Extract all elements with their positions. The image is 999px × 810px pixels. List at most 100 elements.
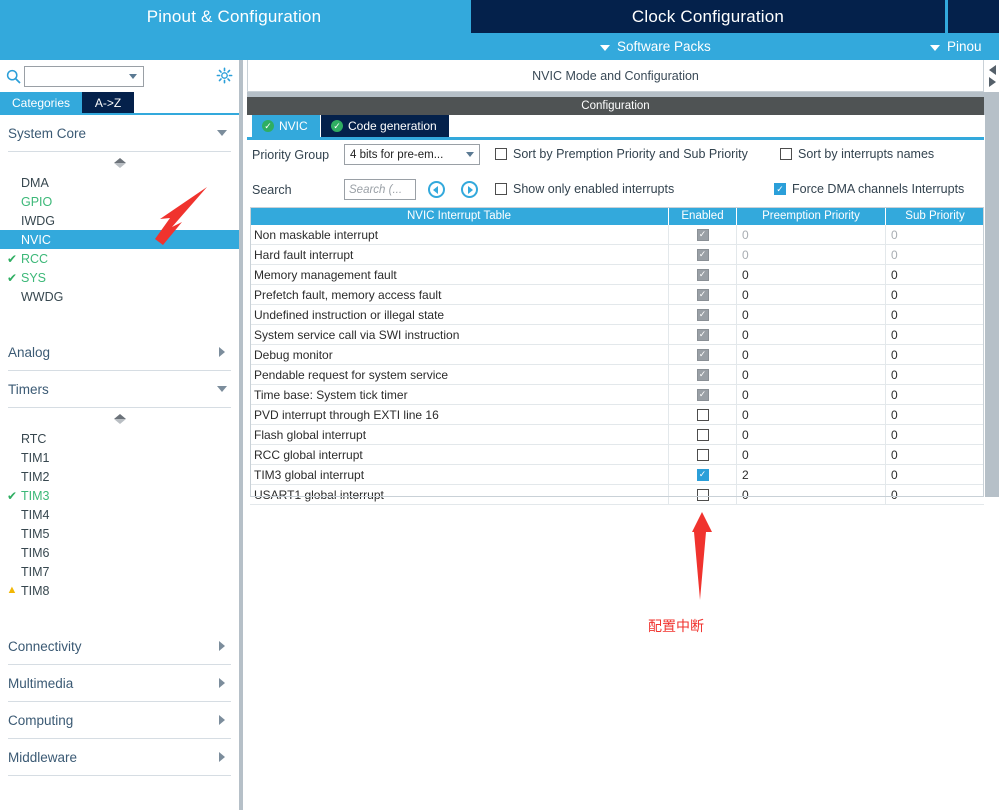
sidebar-item-rtc[interactable]: RTC bbox=[0, 429, 239, 448]
checkbox-sort-by-interrupts-names[interactable]: Sort by interrupts names bbox=[780, 147, 934, 161]
table-row[interactable]: Non maskable interrupt ✓ 0 0 bbox=[250, 225, 984, 245]
sidebar-group-computing[interactable]: Computing bbox=[8, 702, 231, 739]
cell-sub-priority[interactable]: 0 bbox=[886, 445, 984, 464]
cell-enabled[interactable] bbox=[669, 445, 737, 464]
cell-sub-priority[interactable]: 0 bbox=[886, 285, 984, 304]
enabled-checkbox[interactable]: ✓ bbox=[696, 288, 709, 301]
table-row[interactable]: Pendable request for system service ✓ 0 0 bbox=[250, 365, 984, 385]
cell-preemption-priority[interactable]: 0 bbox=[737, 345, 886, 364]
sidebar-item-gpio[interactable]: GPIO bbox=[0, 192, 239, 211]
chevron-right-circle-icon[interactable] bbox=[461, 181, 478, 198]
table-row[interactable]: USART1 global interrupt 0 0 bbox=[250, 485, 984, 505]
cell-enabled[interactable]: ✓ bbox=[669, 245, 737, 264]
tab-pinout-configuration[interactable]: Pinout & Configuration bbox=[0, 0, 468, 33]
cell-enabled[interactable]: ✓ bbox=[669, 465, 737, 484]
enabled-checkbox[interactable] bbox=[696, 448, 709, 461]
sidebar-item-tim3[interactable]: ✔ TIM3 bbox=[0, 486, 239, 505]
cell-sub-priority[interactable]: 0 bbox=[886, 425, 984, 444]
cell-enabled[interactable] bbox=[669, 485, 737, 504]
sidebar-group-system-core[interactable]: System Core bbox=[8, 115, 231, 152]
cell-sub-priority[interactable]: 0 bbox=[886, 265, 984, 284]
sidebar-item-tim4[interactable]: TIM4 bbox=[0, 505, 239, 524]
cell-enabled[interactable]: ✓ bbox=[669, 385, 737, 404]
table-row[interactable]: Debug monitor ✓ 0 0 bbox=[250, 345, 984, 365]
enabled-checkbox[interactable] bbox=[696, 428, 709, 441]
table-row[interactable]: Undefined instruction or illegal state ✓ 0… bbox=[250, 305, 984, 325]
table-row[interactable]: Memory management fault ✓ 0 0 bbox=[250, 265, 984, 285]
cell-enabled[interactable]: ✓ bbox=[669, 365, 737, 384]
search-input[interactable]: Search (... bbox=[344, 179, 416, 200]
column-header-enabled[interactable]: Enabled bbox=[669, 207, 737, 225]
enabled-checkbox[interactable]: ✓ bbox=[696, 248, 709, 261]
cell-preemption-priority[interactable]: 2 bbox=[737, 465, 886, 484]
table-vertical-scrollbar[interactable] bbox=[985, 207, 999, 497]
cell-enabled[interactable]: ✓ bbox=[669, 285, 737, 304]
cell-enabled[interactable]: ✓ bbox=[669, 345, 737, 364]
enabled-checkbox[interactable]: ✓ bbox=[696, 388, 709, 401]
checkbox-show-only-enabled-interrupts[interactable]: Show only enabled interrupts bbox=[495, 182, 674, 196]
enabled-checkbox[interactable]: ✓ bbox=[696, 468, 709, 481]
cell-sub-priority[interactable]: 0 bbox=[886, 345, 984, 364]
enabled-checkbox[interactable] bbox=[696, 488, 709, 501]
sidebar-item-rcc[interactable]: ✔ RCC bbox=[0, 249, 239, 268]
cell-preemption-priority[interactable]: 0 bbox=[737, 385, 886, 404]
cell-enabled[interactable]: ✓ bbox=[669, 305, 737, 324]
column-header-sub-priority[interactable]: Sub Priority bbox=[886, 207, 984, 225]
table-row[interactable]: System service call via SWI instruction ✓… bbox=[250, 325, 984, 345]
enabled-checkbox[interactable] bbox=[696, 408, 709, 421]
sidebar-group-multimedia[interactable]: Multimedia bbox=[8, 665, 231, 702]
panel-collapse-controls[interactable] bbox=[985, 60, 999, 92]
cell-preemption-priority[interactable]: 0 bbox=[737, 325, 886, 344]
sidebar-group-connectivity[interactable]: Connectivity bbox=[8, 628, 231, 665]
sidebar-item-tim1[interactable]: TIM1 bbox=[0, 448, 239, 467]
cell-preemption-priority[interactable]: 0 bbox=[737, 445, 886, 464]
cell-preemption-priority[interactable]: 0 bbox=[737, 305, 886, 324]
cell-sub-priority[interactable]: 0 bbox=[886, 465, 984, 484]
chevron-left-icon[interactable] bbox=[988, 65, 996, 75]
table-row[interactable]: Prefetch fault, memory access fault ✓ 0 0 bbox=[250, 285, 984, 305]
priority-group-select[interactable]: 4 bits for pre-em... bbox=[344, 144, 480, 165]
column-header-preemption-priority[interactable]: Preemption Priority bbox=[737, 207, 886, 225]
table-row[interactable]: Time base: System tick timer ✓ 0 0 bbox=[250, 385, 984, 405]
cell-enabled[interactable]: ✓ bbox=[669, 325, 737, 344]
enabled-checkbox[interactable]: ✓ bbox=[696, 308, 709, 321]
cell-enabled[interactable] bbox=[669, 405, 737, 424]
sidebar-item-nvic[interactable]: NVIC bbox=[0, 230, 239, 249]
cell-sub-priority[interactable]: 0 bbox=[886, 485, 984, 504]
sidebar-item-tim5[interactable]: TIM5 bbox=[0, 524, 239, 543]
sidebar-group-middleware[interactable]: Middleware bbox=[8, 739, 231, 776]
subtab-software-packs[interactable]: Software Packs bbox=[600, 33, 711, 60]
cell-preemption-priority[interactable]: 0 bbox=[737, 485, 886, 504]
enabled-checkbox[interactable]: ✓ bbox=[696, 268, 709, 281]
sidebar-item-tim6[interactable]: TIM6 bbox=[0, 543, 239, 562]
tab-nvic[interactable]: ✓ NVIC bbox=[252, 115, 320, 137]
enabled-checkbox[interactable]: ✓ bbox=[696, 368, 709, 381]
cell-enabled[interactable]: ✓ bbox=[669, 265, 737, 284]
sidebar-item-tim8[interactable]: ▲ TIM8 bbox=[0, 581, 239, 600]
cell-sub-priority[interactable]: 0 bbox=[886, 245, 984, 264]
cell-preemption-priority[interactable]: 0 bbox=[737, 225, 886, 244]
cell-preemption-priority[interactable]: 0 bbox=[737, 245, 886, 264]
sidebar-item-iwdg[interactable]: IWDG bbox=[0, 211, 239, 230]
table-row[interactable]: RCC global interrupt 0 0 bbox=[250, 445, 984, 465]
sidebar-tab-a-to-z[interactable]: A->Z bbox=[82, 92, 134, 113]
cell-sub-priority[interactable]: 0 bbox=[886, 305, 984, 324]
sidebar-group-analog[interactable]: Analog bbox=[8, 334, 231, 371]
table-row[interactable]: PVD interrupt through EXTI line 16 0 0 bbox=[250, 405, 984, 425]
cell-sub-priority[interactable]: 0 bbox=[886, 225, 984, 244]
cell-preemption-priority[interactable]: 0 bbox=[737, 285, 886, 304]
table-row[interactable]: TIM3 global interrupt ✓ 2 0 bbox=[250, 465, 984, 485]
sidebar-search-input[interactable] bbox=[24, 65, 144, 87]
tab-third-partial[interactable] bbox=[948, 0, 999, 33]
cell-sub-priority[interactable]: 0 bbox=[886, 365, 984, 384]
sidebar-item-wwdg[interactable]: WWDG bbox=[0, 287, 239, 306]
table-row[interactable]: Flash global interrupt 0 0 bbox=[250, 425, 984, 445]
checkbox-force-dma-channels-interrupts[interactable]: ✓ Force DMA channels Interrupts bbox=[774, 182, 964, 196]
column-header-interrupt-table[interactable]: NVIC Interrupt Table bbox=[250, 207, 669, 225]
enabled-checkbox[interactable]: ✓ bbox=[696, 328, 709, 341]
subtab-pinout[interactable]: Pinou bbox=[930, 33, 982, 60]
cell-sub-priority[interactable]: 0 bbox=[886, 385, 984, 404]
enabled-checkbox[interactable]: ✓ bbox=[696, 228, 709, 241]
sidebar-group-timers[interactable]: Timers bbox=[8, 371, 231, 408]
chevron-left-circle-icon[interactable] bbox=[428, 181, 445, 198]
